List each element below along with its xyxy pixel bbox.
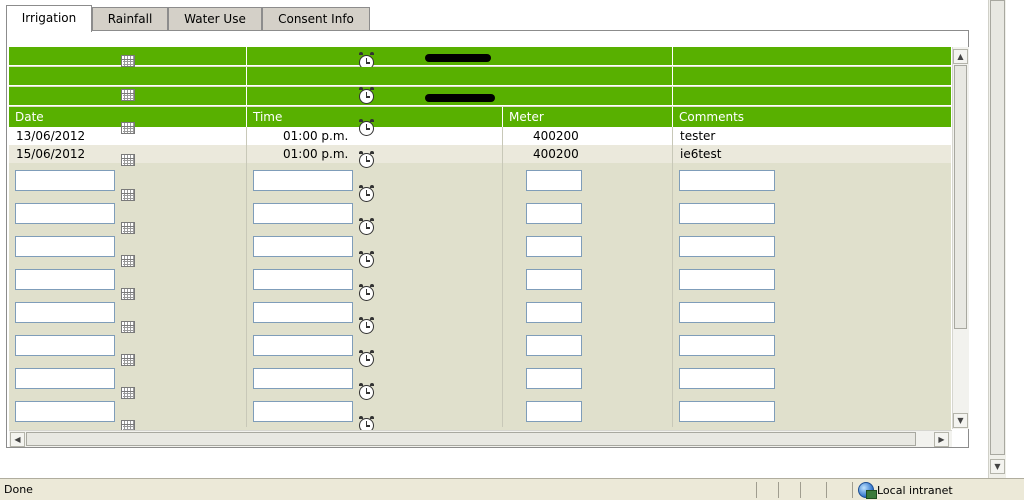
time-input[interactable] xyxy=(253,269,353,290)
row-time: 01:00 p.m. xyxy=(283,129,349,143)
grid-header-row: Date Time Meter Comments xyxy=(9,107,951,136)
time-input[interactable] xyxy=(253,335,353,356)
window-vertical-scrollbar[interactable]: ▼ xyxy=(988,0,1006,478)
entry-row xyxy=(9,361,951,400)
filter-row xyxy=(9,67,951,86)
time-input[interactable] xyxy=(253,401,353,422)
entry-row xyxy=(9,295,951,334)
meter-input[interactable] xyxy=(526,203,582,224)
row-meter: 400200 xyxy=(533,147,579,161)
entry-row xyxy=(9,394,951,433)
date-input[interactable] xyxy=(15,170,115,191)
comments-input[interactable] xyxy=(679,335,775,356)
scroll-down-button[interactable]: ▼ xyxy=(990,459,1005,474)
row-date: 13/06/2012 xyxy=(16,129,86,143)
time-input[interactable] xyxy=(253,368,353,389)
table-row[interactable]: 15/06/2012 01:00 p.m. 400200 ie6test xyxy=(9,145,951,168)
redacted-text xyxy=(425,94,495,102)
globe-icon xyxy=(858,482,877,499)
clock-icon[interactable] xyxy=(359,121,374,136)
comments-input[interactable] xyxy=(679,269,775,290)
date-input[interactable] xyxy=(15,401,115,422)
comments-input[interactable] xyxy=(679,170,775,191)
meter-input[interactable] xyxy=(526,302,582,323)
date-input[interactable] xyxy=(15,236,115,257)
meter-input[interactable] xyxy=(526,269,582,290)
entry-row xyxy=(9,229,951,268)
date-input[interactable] xyxy=(15,203,115,224)
row-date: 15/06/2012 xyxy=(16,147,86,161)
meter-input[interactable] xyxy=(526,401,582,422)
meter-input[interactable] xyxy=(526,236,582,257)
entry-row xyxy=(9,163,951,202)
calendar-icon[interactable] xyxy=(121,122,135,134)
entry-row xyxy=(9,262,951,301)
calendar-icon[interactable] xyxy=(121,89,135,101)
column-header-comments: Comments xyxy=(679,110,745,124)
status-bar: Done Local intranet xyxy=(0,478,1024,500)
tab-irrigation[interactable]: Irrigation xyxy=(6,5,92,32)
comments-input[interactable] xyxy=(679,368,775,389)
filter-row xyxy=(9,87,951,106)
column-header-time: Time xyxy=(247,107,503,127)
filter-row xyxy=(9,47,951,70)
scroll-thumb[interactable] xyxy=(990,0,1005,455)
comments-input[interactable] xyxy=(679,401,775,422)
grid-vertical-scrollbar[interactable]: ▲ ▼ xyxy=(952,47,969,429)
date-input[interactable] xyxy=(15,335,115,356)
date-input[interactable] xyxy=(15,269,115,290)
date-input[interactable] xyxy=(15,368,115,389)
irrigation-grid: Date Time Meter Comments 13/06/2012 01:0… xyxy=(9,47,951,443)
comments-input[interactable] xyxy=(679,302,775,323)
time-input[interactable] xyxy=(253,170,353,191)
calendar-icon[interactable] xyxy=(121,55,135,67)
row-comments: tester xyxy=(680,129,716,143)
grid-horizontal-scrollbar[interactable]: ◀ ▶ xyxy=(9,430,952,447)
scroll-left-button[interactable]: ◀ xyxy=(10,432,25,447)
tab-consent-info[interactable]: Consent Info xyxy=(262,7,370,31)
status-text: Done xyxy=(4,483,33,496)
redacted-text xyxy=(425,54,491,62)
row-time: 01:00 p.m. xyxy=(283,147,349,161)
column-header-meter: Meter xyxy=(503,107,673,127)
clock-icon[interactable] xyxy=(359,153,374,168)
zone-label: Local intranet xyxy=(877,483,953,497)
tab-water-use[interactable]: Water Use xyxy=(168,7,262,31)
time-input[interactable] xyxy=(253,236,353,257)
time-input[interactable] xyxy=(253,302,353,323)
scroll-thumb[interactable] xyxy=(954,65,967,329)
entry-row xyxy=(9,328,951,367)
time-input[interactable] xyxy=(253,203,353,224)
clock-icon[interactable] xyxy=(359,89,374,104)
table-row[interactable]: 13/06/2012 01:00 p.m. 400200 tester xyxy=(9,127,951,145)
scroll-down-button[interactable]: ▼ xyxy=(953,413,968,428)
row-meter: 400200 xyxy=(533,129,579,143)
scroll-up-button[interactable]: ▲ xyxy=(953,49,968,64)
row-comments: ie6test xyxy=(680,147,722,161)
security-zone: Local intranet xyxy=(858,482,953,499)
meter-input[interactable] xyxy=(526,368,582,389)
entry-row xyxy=(9,196,951,235)
tab-rainfall[interactable]: Rainfall xyxy=(92,7,168,31)
irrigation-panel: Date Time Meter Comments 13/06/2012 01:0… xyxy=(6,30,969,448)
meter-input[interactable] xyxy=(526,170,582,191)
date-input[interactable] xyxy=(15,302,115,323)
browser-page: Irrigation Rainfall Water Use Consent In… xyxy=(0,0,988,478)
meter-input[interactable] xyxy=(526,335,582,356)
scroll-thumb[interactable] xyxy=(26,432,916,446)
comments-input[interactable] xyxy=(679,203,775,224)
scroll-right-button[interactable]: ▶ xyxy=(934,432,949,447)
calendar-icon[interactable] xyxy=(121,154,135,166)
comments-input[interactable] xyxy=(679,236,775,257)
